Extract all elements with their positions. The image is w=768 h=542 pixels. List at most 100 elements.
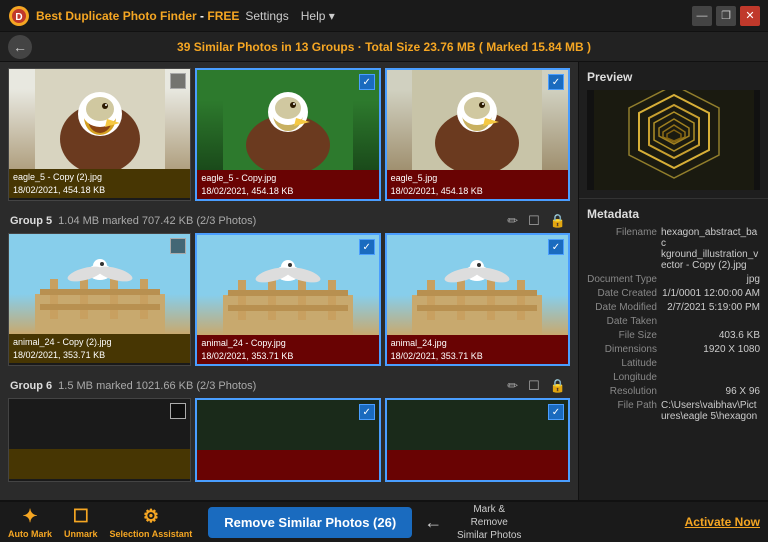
photo-checkbox[interactable]: [548, 239, 564, 255]
photo-caption: [197, 450, 378, 479]
photo-row: eagle_5 - Copy (2).jpg18/02/2021, 454.18…: [8, 68, 570, 201]
preview-title: Preview: [587, 70, 760, 84]
photo-checkbox[interactable]: [548, 74, 564, 90]
photo-item[interactable]: eagle_5.jpg18/02/2021, 454.18 KB: [385, 68, 570, 201]
minimize-button[interactable]: —: [692, 6, 712, 26]
meta-val: 1/1/0001 12:00:00 AM: [662, 288, 760, 299]
bottom-toolbar: ✦ Auto Mark ☐ Unmark ⚙ Selection Assista…: [0, 500, 768, 542]
meta-datecreated-row: Date Created 1/1/0001 12:00:00 AM: [587, 288, 760, 299]
photo-thumbnail: [9, 69, 190, 169]
meta-resolution-row: Resolution 96 X 96: [587, 386, 760, 397]
photo-item[interactable]: animal_24 - Copy.jpg18/02/2021, 353.71 K…: [195, 233, 380, 366]
group-edit-button[interactable]: ✏: [505, 378, 520, 394]
photo-thumbnail: [9, 399, 190, 449]
meta-key: Date Modified: [587, 302, 657, 313]
meta-key: Resolution: [587, 386, 657, 397]
photo-caption: animal_24 - Copy (2).jpg18/02/2021, 353.…: [9, 334, 190, 363]
meta-val: C:\Users\vaibhav\Pict ures\eagle 5\hexag…: [661, 400, 760, 422]
meta-val: 1920 X 1080: [703, 344, 760, 355]
photo-thumbnail: [387, 70, 568, 170]
meta-filepath-row: File Path C:\Users\vaibhav\Pict ures\eag…: [587, 400, 760, 422]
photo-checkbox[interactable]: [359, 239, 375, 255]
photo-thumbnail: [387, 400, 568, 450]
photo-item[interactable]: [195, 398, 380, 481]
photo-item[interactable]: [385, 398, 570, 481]
meta-val: jpg: [747, 274, 760, 285]
photo-item[interactable]: [8, 398, 191, 481]
metadata-title: Metadata: [587, 207, 760, 221]
meta-key: File Size: [587, 330, 657, 341]
photo-caption: eagle_5 - Copy (2).jpg18/02/2021, 454.18…: [9, 169, 190, 198]
meta-datetaken-row: Date Taken: [587, 316, 760, 327]
meta-filename-row: Filename hexagon_abstract_bac kground_il…: [587, 227, 760, 271]
meta-key: File Path: [587, 400, 657, 422]
meta-val: hexagon_abstract_bac kground_illustratio…: [661, 227, 760, 271]
metadata-section: Metadata Filename hexagon_abstract_bac k…: [579, 199, 768, 500]
photo-caption: animal_24 - Copy.jpg18/02/2021, 353.71 K…: [197, 335, 378, 364]
svg-text:D: D: [15, 12, 22, 23]
photo-checkbox[interactable]: [548, 404, 564, 420]
group-6-header: Group 6 1.5 MB marked 1021.66 KB (2/3 Ph…: [8, 374, 570, 398]
photo-checkbox[interactable]: [170, 238, 186, 254]
group-check-button[interactable]: ☐: [526, 213, 542, 229]
photo-item[interactable]: animal_24 - Copy (2).jpg18/02/2021, 353.…: [8, 233, 191, 366]
group-lock-button[interactable]: 🔒: [548, 378, 568, 394]
photo-checkbox[interactable]: [359, 404, 375, 420]
activate-now-button[interactable]: Activate Now: [685, 515, 760, 529]
group-check-button[interactable]: ☐: [526, 378, 542, 394]
photo-item[interactable]: eagle_5 - Copy (2).jpg18/02/2021, 454.18…: [8, 68, 191, 201]
restore-button[interactable]: ❐: [716, 6, 736, 26]
photo-checkbox[interactable]: [170, 403, 186, 419]
photo-thumbnail: [9, 234, 190, 334]
group-header-right: ✏ ☐ 🔒: [505, 213, 568, 229]
automark-label: Auto Mark: [8, 529, 52, 539]
selection-assistant-button[interactable]: ⚙ Selection Assistant: [110, 506, 193, 539]
photo-item[interactable]: eagle_5 - Copy.jpg18/02/2021, 454.18 KB: [195, 68, 380, 201]
main-area: eagle_5 - Copy (2).jpg18/02/2021, 454.18…: [0, 62, 768, 500]
meta-key: Filename: [587, 227, 657, 271]
remove-similar-button[interactable]: Remove Similar Photos (26): [208, 507, 412, 538]
arrow-icon: ←: [424, 512, 442, 533]
selection-assistant-icon: ⚙: [143, 506, 159, 527]
photo-row-group6: [8, 398, 570, 481]
meta-val: 96 X 96: [726, 386, 760, 397]
meta-key: Date Taken: [587, 316, 657, 327]
subheader: ← 39 Similar Photos in 13 Groups · Total…: [0, 32, 768, 62]
meta-dimensions-row: Dimensions 1920 X 1080: [587, 344, 760, 355]
app-title: Best Duplicate Photo Finder - FREE: [36, 9, 239, 23]
meta-key: Date Created: [587, 288, 657, 299]
photo-row-group5: animal_24 - Copy (2).jpg18/02/2021, 353.…: [8, 233, 570, 366]
left-panel: eagle_5 - Copy (2).jpg18/02/2021, 454.18…: [0, 62, 578, 500]
help-menu[interactable]: Help ▾: [301, 9, 335, 23]
unmark-button[interactable]: ☐ Unmark: [64, 506, 98, 539]
close-button[interactable]: ✕: [740, 6, 760, 26]
photo-item[interactable]: animal_24.jpg18/02/2021, 353.71 KB: [385, 233, 570, 366]
photo-caption: [387, 450, 568, 479]
group-header-left: Group 6 1.5 MB marked 1021.66 KB (2/3 Ph…: [10, 380, 256, 392]
meta-longitude-row: Longitude: [587, 372, 760, 383]
photo-group-6: Group 6 1.5 MB marked 1021.66 KB (2/3 Ph…: [8, 374, 570, 481]
summary-text: 39 Similar Photos in 13 Groups · Total S…: [177, 40, 591, 54]
meta-key: Dimensions: [587, 344, 657, 355]
automark-icon: ✦: [22, 506, 37, 527]
meta-doctype-row: Document Type jpg: [587, 274, 760, 285]
group-title: Group 6: [10, 380, 52, 392]
group-info: 1.04 MB marked 707.42 KB (2/3 Photos): [58, 215, 256, 227]
group-5-header: Group 5 1.04 MB marked 707.42 KB (2/3 Ph…: [8, 209, 570, 233]
photo-thumbnail: [387, 235, 568, 335]
automark-button[interactable]: ✦ Auto Mark: [8, 506, 52, 539]
nav-menu: Settings Help ▾: [245, 9, 334, 23]
back-button[interactable]: ←: [8, 35, 32, 59]
settings-menu[interactable]: Settings: [245, 9, 288, 23]
right-panel: Preview Metadata: [578, 62, 768, 500]
photo-group-5: Group 5 1.04 MB marked 707.42 KB (2/3 Ph…: [8, 209, 570, 366]
group-lock-button[interactable]: 🔒: [548, 213, 568, 229]
photo-thumbnail: [197, 70, 378, 170]
group-info: 1.5 MB marked 1021.66 KB (2/3 Photos): [58, 380, 256, 392]
photo-thumbnail: [197, 400, 378, 450]
photo-caption: eagle_5.jpg18/02/2021, 454.18 KB: [387, 170, 568, 199]
photo-checkbox[interactable]: [359, 74, 375, 90]
meta-key: Longitude: [587, 372, 657, 383]
photo-checkbox[interactable]: [170, 73, 186, 89]
group-edit-button[interactable]: ✏: [505, 213, 520, 229]
